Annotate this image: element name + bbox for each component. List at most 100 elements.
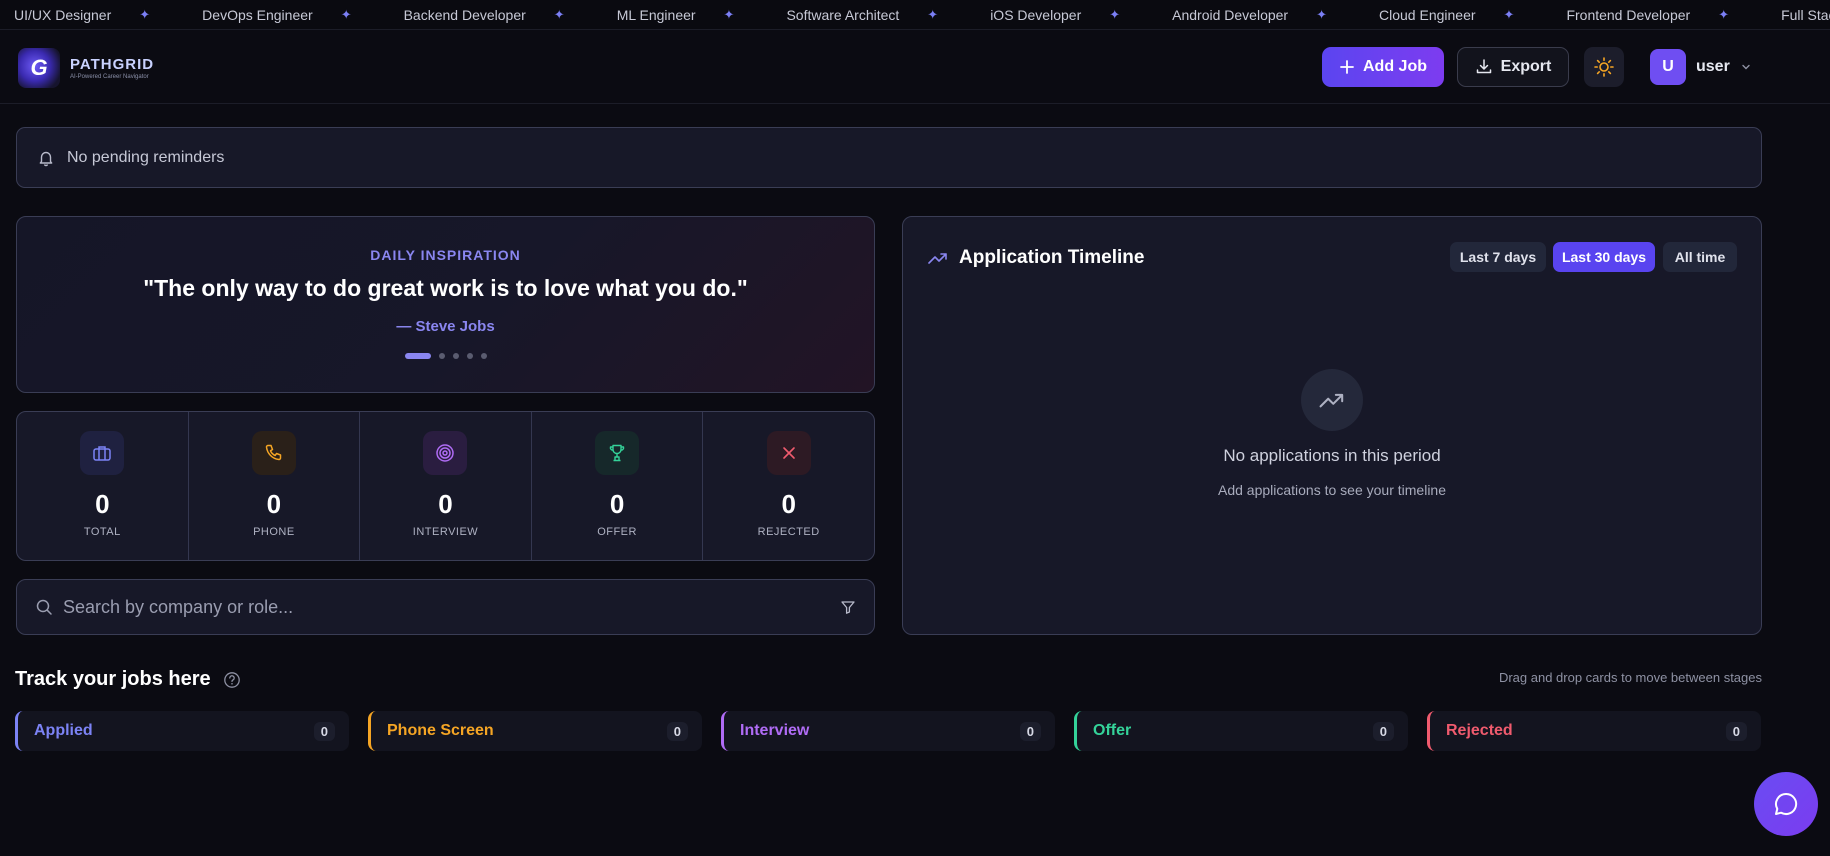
inspiration-quote: "The only way to do great work is to lov…	[143, 275, 748, 301]
inspiration-author: — Steve Jobs	[396, 318, 495, 335]
carousel-dot[interactable]	[466, 353, 473, 359]
sparkle-icon: ✦	[1718, 6, 1730, 22]
stat-icon-wrap	[251, 431, 296, 475]
search-icon	[36, 599, 52, 615]
chat-bubble-icon	[1775, 792, 1798, 815]
trending-up-icon	[928, 253, 947, 264]
brand-title: PATHGRID	[70, 56, 155, 73]
lane-interview[interactable]: Interview 0	[721, 711, 1055, 751]
carousel-dots	[17, 353, 874, 359]
ticker-item: Software Architect ✦	[786, 7, 990, 23]
sun-icon	[1594, 57, 1614, 77]
ticker-label: Frontend Developer	[1566, 6, 1691, 23]
help-icon[interactable]	[223, 671, 241, 689]
ticker-item: Full Stack Engineer✦	[1781, 7, 1830, 23]
sparkle-icon: ✦	[1503, 6, 1515, 22]
stat-value: 0	[609, 489, 625, 519]
ticker-label: Software Architect	[786, 6, 900, 23]
carousel-dot[interactable]	[480, 353, 487, 359]
stat-label: REJECTED	[757, 526, 820, 538]
stat-offer: 0 OFFER	[532, 412, 704, 560]
sparkle-icon: ✦	[553, 6, 565, 22]
briefcase-icon	[93, 446, 112, 461]
add-job-button[interactable]: Add Job	[1322, 47, 1444, 87]
application-timeline-card: Application Timeline Last 7 days Last 30…	[902, 216, 1762, 635]
range-last-30-days[interactable]: Last 30 days	[1553, 242, 1655, 272]
theme-toggle-button[interactable]	[1584, 47, 1624, 87]
lane-phone-screen[interactable]: Phone Screen 0	[368, 711, 702, 751]
lane-count: 0	[1372, 721, 1394, 741]
sparkle-icon: ✦	[1316, 6, 1328, 22]
empty-state-subtitle: Add applications to see your timeline	[1217, 482, 1447, 498]
sparkle-icon: ✦	[340, 6, 352, 22]
avatar: U	[1650, 49, 1686, 85]
brand-logo[interactable]: G PATHGRID AI-Powered Career Navigator	[18, 48, 154, 88]
brand-text: PATHGRID AI-Powered Career Navigator	[70, 56, 154, 80]
sparkle-icon: ✦	[927, 6, 939, 22]
stat-icon-wrap	[423, 431, 468, 475]
user-menu[interactable]: U user	[1650, 49, 1752, 85]
plus-icon	[1340, 60, 1354, 74]
export-button[interactable]: Export	[1457, 47, 1569, 87]
export-label: Export	[1500, 58, 1552, 75]
ticker-item: UI/UX Designer ✦	[0, 7, 202, 23]
phone-icon	[265, 444, 282, 461]
role-ticker: UI/UX Designer ✦ DevOps Engineer ✦ Backend…	[0, 0, 1830, 30]
lane-count: 0	[1725, 721, 1747, 741]
stat-icon-wrap	[80, 431, 125, 475]
range-last-7-days[interactable]: Last 7 days	[1450, 242, 1546, 272]
bell-icon	[39, 151, 53, 166]
carousel-dot[interactable]	[404, 353, 431, 359]
filter-icon[interactable]	[840, 599, 856, 615]
timeline-title: Application Timeline	[959, 247, 1145, 268]
ticker-item: iOS Developer ✦	[990, 7, 1172, 23]
inspiration-label: DAILY INSPIRATION	[370, 247, 521, 263]
stat-label: TOTAL	[83, 526, 121, 538]
search-input[interactable]	[63, 596, 840, 618]
lane-count: 0	[313, 721, 335, 741]
add-job-label: Add Job	[1363, 58, 1427, 75]
carousel-dot[interactable]	[438, 353, 445, 359]
chat-button[interactable]	[1754, 772, 1818, 836]
stat-value: 0	[266, 489, 282, 519]
stat-value: 0	[95, 489, 110, 519]
chevron-down-icon	[1742, 64, 1750, 70]
sparkle-icon: ✦	[723, 6, 735, 22]
lane-rejected[interactable]: Rejected 0	[1427, 711, 1761, 751]
download-icon	[1476, 59, 1491, 74]
ticker-item: Backend Developer ✦	[404, 7, 617, 23]
ticker-item: Cloud Engineer ✦	[1379, 7, 1566, 23]
lane-offer[interactable]: Offer 0	[1074, 711, 1408, 751]
stat-value: 0	[781, 489, 796, 519]
ticker-item: DevOps Engineer ✦	[202, 7, 403, 23]
stat-label: INTERVIEW	[412, 526, 479, 538]
lane-count: 0	[1019, 721, 1041, 741]
stat-total: 0 TOTAL	[17, 412, 189, 560]
range-all-time[interactable]: All time	[1663, 242, 1737, 272]
board-heading: Track your jobs here	[15, 668, 241, 691]
stat-icon-wrap	[766, 431, 811, 475]
brand-subtitle: AI-Powered Career Navigator	[70, 74, 149, 80]
daily-inspiration-card: DAILY INSPIRATION "The only way to do gr…	[16, 216, 875, 393]
lane-label: Rejected	[1446, 722, 1513, 739]
ticker-label: Backend Developer	[403, 6, 526, 23]
lane-label: Applied	[34, 722, 93, 739]
ticker-label: UI/UX Designer	[14, 6, 112, 23]
ticker-label: DevOps Engineer	[202, 6, 313, 23]
stat-rejected: 0 REJECTED	[703, 412, 874, 560]
sparkle-icon: ✦	[1109, 6, 1121, 22]
lane-label: Interview	[740, 722, 810, 739]
search-bar	[16, 579, 875, 635]
carousel-dot[interactable]	[452, 353, 459, 359]
empty-state-icon-wrap	[1301, 369, 1363, 431]
lane-label: Offer	[1093, 722, 1132, 739]
lane-label: Phone Screen	[387, 722, 494, 739]
target-icon	[436, 444, 455, 462]
app-header: G PATHGRID AI-Powered Career Navigator A…	[0, 31, 1830, 104]
ticker-item: Android Developer ✦	[1172, 7, 1379, 23]
x-icon	[782, 447, 795, 459]
ticker-label: Full Stack Engineer	[1781, 6, 1830, 23]
reminders-banner: No pending reminders	[16, 127, 1762, 188]
lane-applied[interactable]: Applied 0	[15, 711, 349, 751]
ticker-item: ML Engineer ✦	[617, 7, 787, 23]
